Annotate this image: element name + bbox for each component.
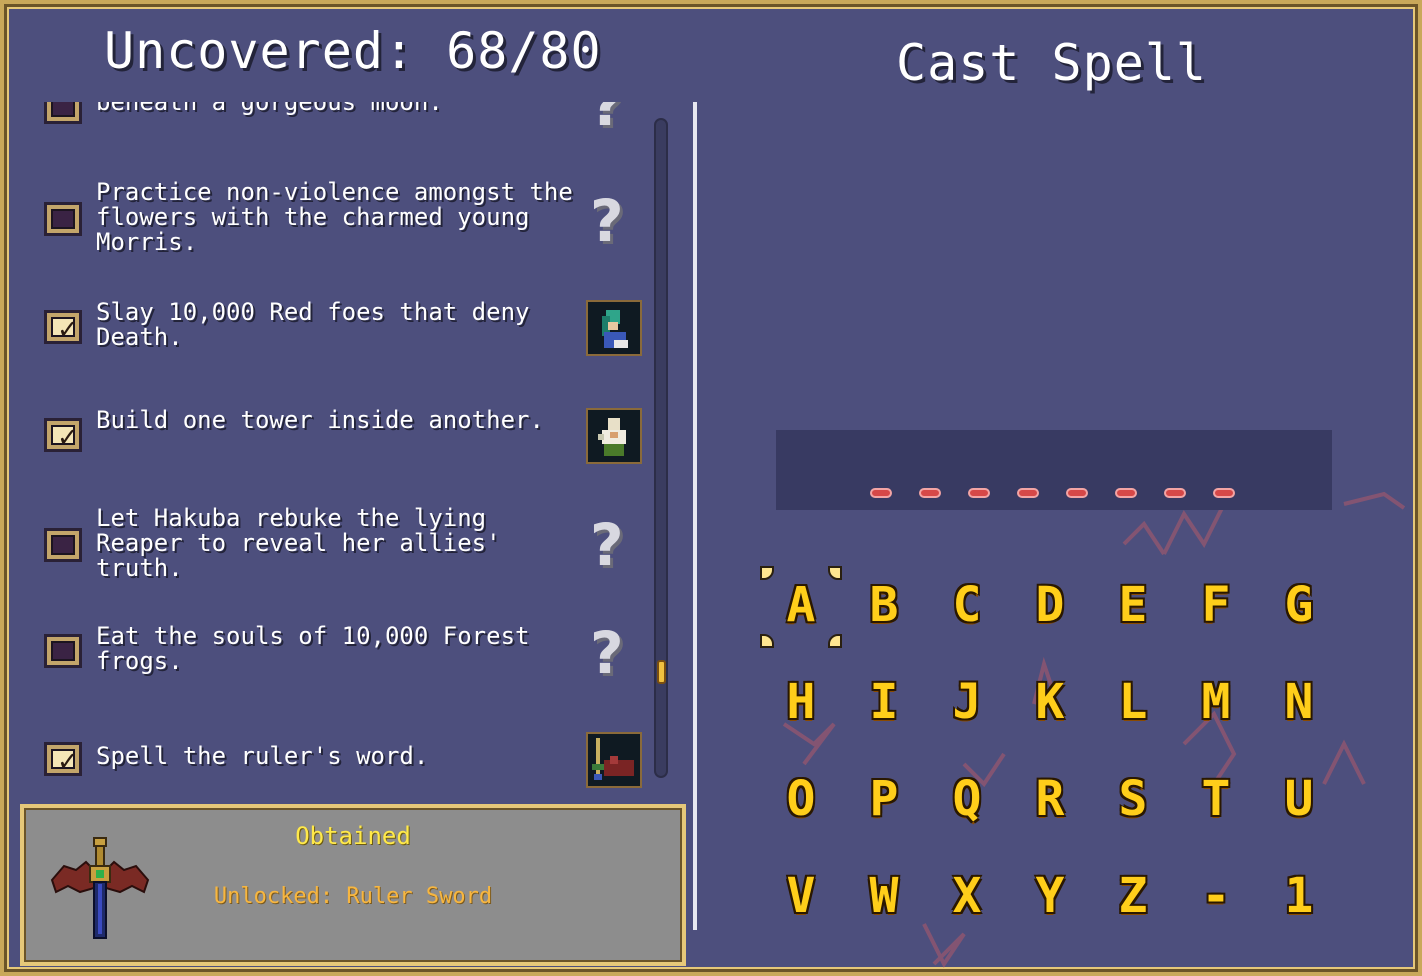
obtained-panel: Obtained Unlocked: Ruler Sword xyxy=(20,804,686,966)
cast-spell-title: Cast Spell xyxy=(896,34,1208,92)
key-d[interactable]: D xyxy=(1015,570,1085,640)
key-1[interactable]: 1 xyxy=(1264,861,1334,931)
key-k[interactable]: K xyxy=(1015,667,1085,737)
key-m[interactable]: M xyxy=(1181,667,1251,737)
key-f[interactable]: F xyxy=(1181,570,1251,640)
achievement-checkbox-checked[interactable]: ✓ xyxy=(44,742,82,777)
spell-letter-slot xyxy=(870,488,892,498)
achievement-row[interactable]: beneath a gorgeous moon. ? xyxy=(20,102,652,138)
checkmark-icon: ✓ xyxy=(57,423,79,453)
key-v[interactable]: V xyxy=(766,861,836,931)
key-h[interactable]: H xyxy=(766,667,836,737)
question-mark-icon: ? xyxy=(590,102,624,139)
key-p[interactable]: P xyxy=(849,764,919,834)
spell-letter-slot xyxy=(968,488,990,498)
achievement-row[interactable]: ✓ Spell the ruler's word. xyxy=(20,732,652,796)
key-w[interactable]: W xyxy=(849,861,919,931)
achievement-row[interactable]: Let Hakuba rebuke the lying Reaper to re… xyxy=(20,506,652,586)
achievement-text: Slay 10,000 Red foes that deny Death. xyxy=(96,298,544,351)
key-l[interactable]: L xyxy=(1098,667,1168,737)
character-portrait-icon xyxy=(586,300,642,356)
key-i[interactable]: I xyxy=(849,667,919,737)
achievement-scrollbar[interactable] xyxy=(654,118,668,778)
panel-divider xyxy=(693,102,697,930)
game-window: Uncovered: 68/80 beneath a gorgeous moon… xyxy=(0,0,1422,976)
achievement-checkbox-checked[interactable]: ✓ xyxy=(44,418,82,453)
uncovered-counter: Uncovered: 68/80 xyxy=(104,22,602,80)
achievement-checkbox[interactable] xyxy=(44,528,82,562)
checkmark-icon: ✓ xyxy=(57,747,79,777)
key-q[interactable]: Q xyxy=(932,764,1002,834)
question-mark-icon: ? xyxy=(590,187,624,255)
key-r[interactable]: R xyxy=(1015,764,1085,834)
achievement-row[interactable]: ✓ Build one tower inside another. xyxy=(20,408,652,472)
achievement-row[interactable]: Eat the souls of 10,000 Forest frogs. ? xyxy=(20,624,652,688)
spell-letter-slot xyxy=(1017,488,1039,498)
spell-letter-slot xyxy=(919,488,941,498)
ruler-sword-portrait-icon xyxy=(586,732,642,788)
achievement-text: Let Hakuba rebuke the lying Reaper to re… xyxy=(96,504,516,582)
obtained-title: Obtained xyxy=(295,822,411,850)
achievement-text: Eat the souls of 10,000 Forest frogs. xyxy=(96,622,544,675)
key-e[interactable]: E xyxy=(1098,570,1168,640)
spell-letter-slot xyxy=(1066,488,1088,498)
spell-letter-slot xyxy=(1164,488,1186,498)
spell-input-box xyxy=(776,430,1332,510)
spell-letter-slot xyxy=(1213,488,1235,498)
key-dash[interactable]: - xyxy=(1181,861,1251,931)
achievement-text: Spell the ruler's word. xyxy=(96,742,429,770)
key-g[interactable]: G xyxy=(1264,570,1334,640)
achievement-checkbox[interactable] xyxy=(44,634,82,668)
key-c[interactable]: C xyxy=(932,570,1002,640)
key-y[interactable]: Y xyxy=(1015,861,1085,931)
achievement-text: Build one tower inside another. xyxy=(96,406,544,434)
key-j[interactable]: J xyxy=(932,667,1002,737)
achievement-text: Practice non-violence amongst the flower… xyxy=(96,178,588,256)
key-x[interactable]: X xyxy=(932,861,1002,931)
character-portrait-icon xyxy=(586,408,642,464)
achievement-list[interactable]: beneath a gorgeous moon. ? Practice non-… xyxy=(20,102,652,800)
achievement-checkbox-checked[interactable]: ✓ xyxy=(44,310,82,345)
key-u[interactable]: U xyxy=(1264,764,1334,834)
spell-letter-slot xyxy=(1115,488,1137,498)
achievement-row[interactable]: Practice non-violence amongst the flower… xyxy=(20,178,652,258)
key-n[interactable]: N xyxy=(1264,667,1334,737)
key-o[interactable]: O xyxy=(766,764,836,834)
key-s[interactable]: S xyxy=(1098,764,1168,834)
unlocked-text: Unlocked: Ruler Sword xyxy=(213,884,493,909)
achievement-checkbox[interactable] xyxy=(44,102,82,124)
question-mark-icon: ? xyxy=(590,511,624,579)
achievement-text: beneath a gorgeous moon. xyxy=(96,102,443,116)
checkmark-icon: ✓ xyxy=(57,315,79,345)
key-z[interactable]: Z xyxy=(1098,861,1168,931)
key-a[interactable]: A xyxy=(766,570,836,640)
key-t[interactable]: T xyxy=(1181,764,1251,834)
question-mark-icon: ? xyxy=(590,619,624,687)
achievement-row[interactable]: ✓ Slay 10,000 Red foes that deny Death. xyxy=(20,300,652,364)
achievement-checkbox[interactable] xyxy=(44,202,82,236)
key-b[interactable]: B xyxy=(849,570,919,640)
scrollbar-thumb[interactable] xyxy=(657,660,666,684)
